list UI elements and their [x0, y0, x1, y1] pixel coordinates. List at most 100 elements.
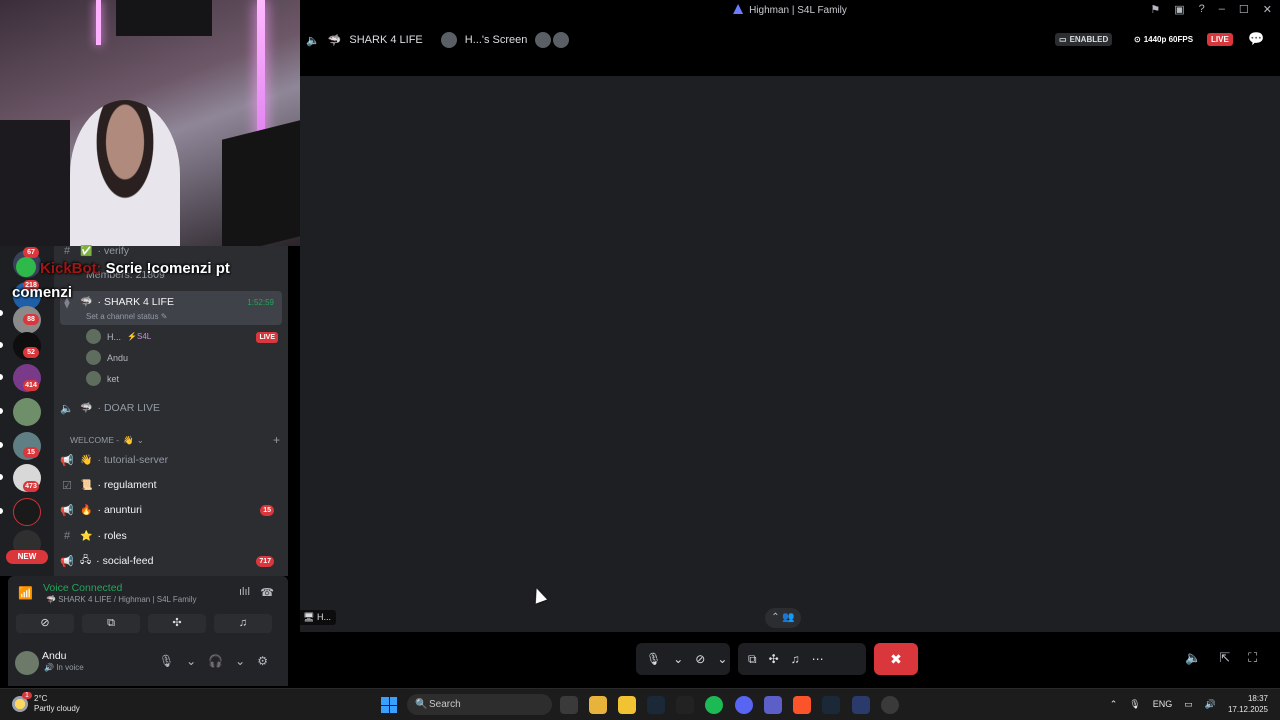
- screen-icon: 🖥: [303, 612, 315, 622]
- maximize-icon[interactable]: ☐: [1239, 3, 1249, 16]
- screen-share-button[interactable]: ⧉: [82, 614, 140, 633]
- activities-icon[interactable]: ✣: [769, 652, 779, 666]
- flag-icon[interactable]: ⚑: [1150, 3, 1160, 16]
- file-explorer-icon[interactable]: [589, 696, 607, 714]
- disconnect-icon[interactable]: ☎: [260, 586, 274, 599]
- more-icon[interactable]: ⋯: [812, 652, 824, 666]
- steam-icon[interactable]: [822, 696, 840, 714]
- mic-icon[interactable]: 🎙: [646, 652, 661, 666]
- webcam-chair: [0, 120, 70, 246]
- chevron-down-icon[interactable]: ⌄: [673, 652, 683, 666]
- voice-channel-doar-live[interactable]: 🔈 🦈 · DOAR LIVE: [60, 397, 282, 419]
- task-view-icon[interactable]: [560, 696, 578, 714]
- popout-icon[interactable]: ⇱: [1219, 650, 1230, 666]
- announcement-icon: 📢: [60, 454, 74, 467]
- screen-share-icon[interactable]: ⧉: [748, 652, 757, 667]
- display-icon[interactable]: ▭: [1184, 699, 1193, 710]
- webcam-light: [96, 0, 101, 45]
- channel-anunturi[interactable]: 📢 🔥 · anunturi 15: [60, 499, 282, 521]
- steam-icon[interactable]: [647, 696, 665, 714]
- chevron-down-icon: ⌄: [136, 434, 144, 445]
- avatar[interactable]: [15, 651, 39, 675]
- volume-icon[interactable]: 🔊: [1205, 699, 1216, 710]
- search-input[interactable]: 🔍 Search: [407, 694, 552, 715]
- window-title: Highman | S4L Family: [300, 4, 1280, 16]
- channel-social-feed[interactable]: 📢 🖧 · social-feed 717: [60, 550, 282, 572]
- user-name[interactable]: Andu: [42, 650, 67, 662]
- weather-widget[interactable]: 1 2°C Partly cloudy: [12, 692, 80, 714]
- announcement-icon: 📢: [60, 555, 74, 568]
- viewer-avatar: [553, 32, 570, 48]
- spotify-icon[interactable]: [705, 696, 723, 714]
- feed-emoji-icon: 🖧: [80, 554, 92, 566]
- activities-button[interactable]: ✣: [148, 614, 206, 633]
- new-badge: NEW: [6, 550, 48, 564]
- epic-games-icon[interactable]: [676, 696, 694, 714]
- check-emoji-icon: ✅: [80, 245, 93, 257]
- voice-user[interactable]: Andu: [86, 350, 128, 365]
- noise-suppression-icon[interactable]: ılıl: [239, 586, 250, 598]
- chevron-down-icon[interactable]: ⌄: [186, 654, 196, 668]
- mic-icon[interactable]: 🎙: [159, 654, 174, 668]
- category-welcome[interactable]: WELCOME - 👋 ⌄ +: [70, 429, 282, 451]
- voice-user[interactable]: ket: [86, 371, 119, 386]
- brave-icon[interactable]: [793, 696, 811, 714]
- camera-off-button[interactable]: ⊘: [16, 614, 74, 633]
- fullscreen-icon[interactable]: ⛶: [1248, 650, 1257, 666]
- wave-emoji-icon: 👋: [123, 434, 134, 445]
- help-icon[interactable]: ?: [1199, 3, 1205, 16]
- voice-user[interactable]: H... ⚡S4L: [86, 329, 151, 344]
- stream-stage[interactable]: [300, 76, 1280, 632]
- avatar: [86, 350, 101, 365]
- unread-badge: 717: [256, 555, 274, 567]
- teams-icon[interactable]: [764, 696, 782, 714]
- close-icon[interactable]: ✕: [1263, 3, 1272, 16]
- add-channel-icon[interactable]: +: [273, 433, 280, 447]
- live-badge: LIVE: [1207, 33, 1233, 46]
- chevron-down-icon[interactable]: ⌄: [235, 654, 245, 668]
- store-icon[interactable]: [618, 696, 636, 714]
- minimize-icon[interactable]: –: [1219, 3, 1225, 16]
- camera-off-icon[interactable]: ⊘: [695, 652, 705, 666]
- clock[interactable]: 18:37 17.12.2025: [1228, 693, 1268, 715]
- title-bar: Highman | S4L Family ⚑ ▣ ? – ☐ ✕: [300, 0, 1280, 22]
- soundboard-button[interactable]: ♫: [214, 614, 272, 633]
- discord-icon[interactable]: [735, 696, 753, 714]
- volume-icon[interactable]: 🔈: [1185, 650, 1201, 666]
- voice-location[interactable]: 🦈 SHARK 4 LIFE / Highman | S4L Family: [46, 595, 196, 604]
- disconnect-button[interactable]: ✖: [874, 643, 918, 675]
- unread-pip: [0, 408, 3, 414]
- channel-regulament[interactable]: ☑ 📜 · regulament: [60, 474, 282, 496]
- weather-badge: 1: [22, 692, 32, 699]
- app-icon[interactable]: [852, 696, 870, 714]
- start-button[interactable]: [381, 697, 397, 713]
- language-indicator[interactable]: ENG: [1153, 699, 1173, 709]
- server-icon[interactable]: [13, 498, 41, 526]
- settings-gear-icon[interactable]: ⚙: [257, 654, 268, 668]
- voice-status[interactable]: Voice Connected: [43, 582, 122, 594]
- unread-pip: [0, 374, 3, 380]
- channel-status[interactable]: Set a channel status ✎: [86, 312, 167, 321]
- stream-header: 🔈 🦈 SHARK 4 LIFE H...'s Screen ▭ ENABLED…: [300, 22, 1280, 76]
- stage-tile-label: 🖥 H...: [298, 610, 336, 625]
- chat-icon[interactable]: 💬: [1248, 31, 1264, 47]
- webcam-person: [70, 100, 180, 246]
- show-members-button[interactable]: ⌃ 👥: [765, 608, 801, 628]
- headphones-icon[interactable]: 🎧: [208, 654, 223, 668]
- channel-roles[interactable]: # ⭐ · roles: [60, 525, 282, 547]
- mic-icon[interactable]: 🎙: [1129, 699, 1140, 710]
- inbox-icon[interactable]: ▣: [1174, 3, 1184, 16]
- soundboard-icon[interactable]: ♫: [791, 652, 800, 666]
- enabled-badge[interactable]: ▭ ENABLED: [1055, 33, 1113, 46]
- user-panel: Andu 🔊 In voice 🎙 ⌄ 🎧 ⌄ ⚙: [8, 636, 288, 686]
- header-channel-name[interactable]: SHARK 4 LIFE: [349, 34, 422, 46]
- rules-icon: ☑: [62, 479, 72, 492]
- channel-tutorial-server[interactable]: 📢 👋 · tutorial-server: [60, 449, 282, 471]
- app-icon[interactable]: [881, 696, 899, 714]
- chevron-down-icon[interactable]: ⌄: [717, 652, 727, 666]
- signal-icon[interactable]: 📶: [18, 586, 33, 600]
- server-icon[interactable]: [13, 398, 41, 426]
- chevron-up-icon: ⌃: [771, 612, 780, 623]
- chevron-up-icon[interactable]: ⌃: [1110, 699, 1118, 710]
- windows-taskbar: 1 2°C Partly cloudy 🔍 Search ⌃ 🎙 ENG ▭ 🔊 1…: [0, 688, 1280, 720]
